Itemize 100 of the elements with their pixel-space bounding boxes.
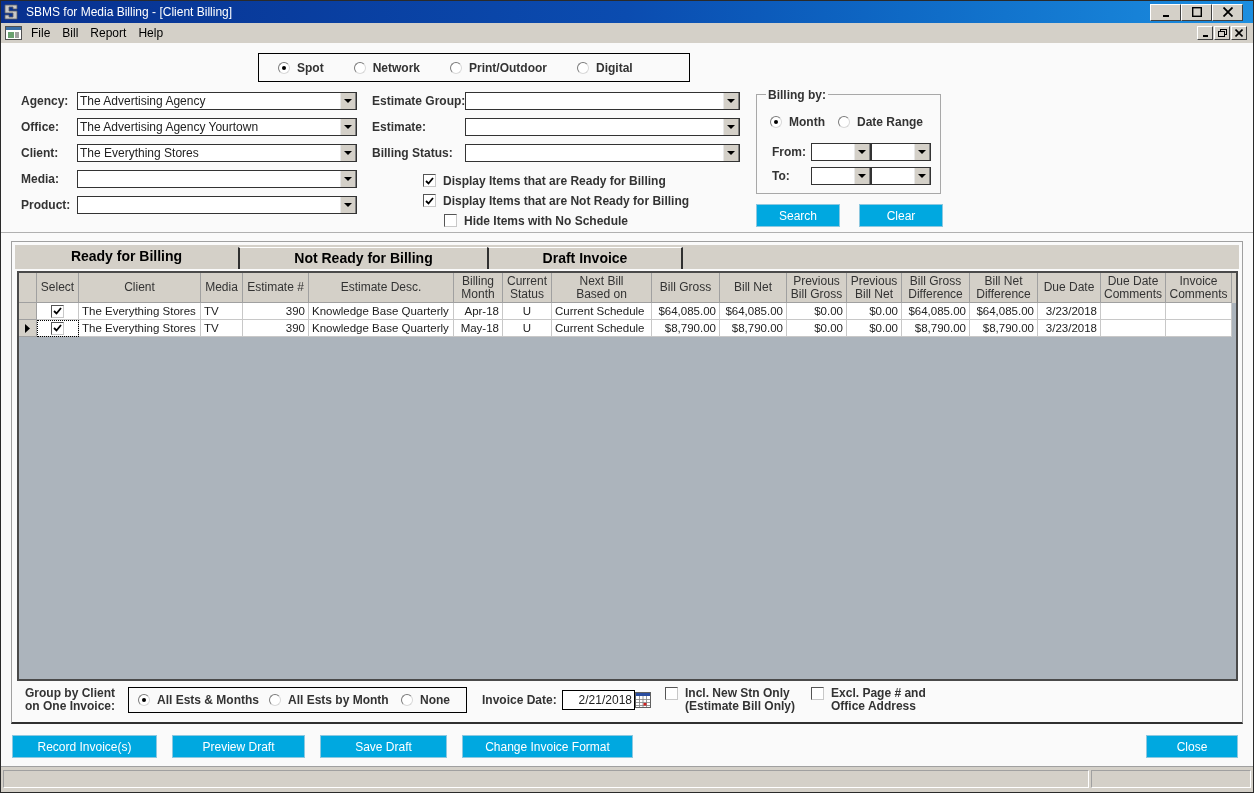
close-icon [1222,7,1233,17]
dropdown-field[interactable]: The Advertising Agency Yourtown [77,118,357,136]
field-label: Office: [21,119,60,136]
table-cell: U [503,303,552,320]
field-label: Billing Status: [372,145,454,162]
table-cell: Knowledge Base Quarterly [309,303,454,320]
checkbox[interactable] [811,687,825,700]
radio-button[interactable] [770,116,782,128]
radio-label: All Ests by Month [288,692,389,709]
radio-label: Digital [596,59,633,77]
row-header-cell[interactable] [19,303,37,320]
dropdown-field[interactable] [871,143,931,161]
checkbox[interactable] [51,304,64,318]
dropdown-field[interactable] [811,143,871,161]
dropdown-field[interactable] [77,196,357,214]
checkbox[interactable] [51,321,64,335]
table-cell: The Everything Stores [79,303,201,320]
close-button[interactable] [1212,3,1243,21]
dropdown-field[interactable]: The Everything Stores [77,144,357,162]
table-cell: $8,790.00 [652,320,720,337]
restore-button[interactable] [1214,26,1230,40]
field-label: Client: [21,145,60,162]
group-label: Group by Client on One Invoice: [25,687,116,713]
table-cell: $64,085.00 [720,303,787,320]
radio-button[interactable] [450,61,462,74]
table-cell: $0.00 [787,303,847,320]
caret-icon [914,168,930,184]
table-cell: TV [201,303,243,320]
table-cell: May-18 [454,320,503,337]
table-cell: $8,790.00 [720,320,787,337]
maximize-button[interactable] [1181,3,1212,21]
checkbox-label: Hide Items with No Schedule [464,212,629,230]
menu-item[interactable]: File [25,25,57,41]
date-field[interactable]: 2/21/2018 [562,690,635,710]
caret-icon [340,171,356,187]
dropdown-field[interactable] [465,118,740,136]
caret-icon [340,119,356,135]
tab[interactable]: Not Ready for Billing [238,247,487,269]
table-cell: $0.00 [787,320,847,337]
minimize-button[interactable] [1197,26,1213,40]
table-cell: $8,790.00 [970,320,1038,337]
tab[interactable]: Draft Invoice [487,247,683,269]
field-label: Estimate: [372,119,428,136]
radio-button[interactable] [278,61,290,74]
minimize-icon [1202,35,1208,37]
caret-icon [914,144,930,160]
field-label: To: [772,168,791,185]
caret-icon [854,144,870,160]
checkbox[interactable] [423,194,436,207]
dropdown-field[interactable] [465,92,740,110]
radio-button[interactable] [353,61,366,74]
caret-icon [854,168,870,184]
dropdown-field[interactable]: The Advertising Agency [77,92,357,110]
dropdown-field[interactable] [77,170,357,188]
minimize-icon [1162,14,1169,17]
table-cell: $64,085.00 [902,303,970,320]
form-window-icon [5,26,22,40]
radio-button[interactable] [838,116,850,128]
menu-item[interactable]: Bill [56,25,85,41]
minimize-button[interactable] [1150,3,1181,21]
table-cell: 3/23/2018 [1038,303,1101,320]
checkbox[interactable] [444,214,457,227]
table-cell: Current Schedule [552,320,652,337]
checkbox-label: Display Items that are Ready for Billing [443,172,666,190]
caret-icon [723,93,739,109]
menu-item[interactable]: Report [84,25,133,41]
row-header-cell[interactable] [19,320,37,337]
checkbox-label: Display Items that are Not Ready for Billing [443,192,690,210]
dropdown-field[interactable] [811,167,871,185]
checkmark-icon [425,196,434,205]
current-row-arrow-icon [25,323,30,333]
table-cell: $64,085.00 [970,303,1038,320]
table-cell [1101,320,1166,337]
field-label: Product: [21,197,72,214]
radio-button[interactable] [401,694,413,706]
checkbox-label: Excl. Page # and Office Address [831,687,926,713]
field-label: Estimate Group: [372,93,465,110]
maximize-icon [1191,7,1202,17]
caret-icon [340,93,356,109]
menu-item[interactable]: Help [132,25,170,41]
table-cell: 3/23/2018 [1038,320,1101,337]
table-cell: $0.00 [847,303,902,320]
calendar-icon[interactable] [635,692,651,708]
caret-icon [723,145,739,161]
table-cell: The Everything Stores [79,320,201,337]
close-button[interactable] [1231,26,1247,40]
restore-icon [1217,29,1227,37]
checkbox[interactable] [665,687,678,700]
table-cell: $8,790.00 [902,320,970,337]
checkbox-label: Incl. New Stn Only (Estimate Bill Only) [685,687,796,713]
table-cell: $0.00 [847,320,902,337]
field-label: Invoice Date: [482,692,558,709]
checkbox[interactable] [423,174,436,187]
field-label: From: [772,144,807,161]
radio-button[interactable] [138,694,150,706]
radio-button[interactable] [269,694,281,706]
table-cell: 390 [243,320,309,337]
radio-button[interactable] [577,61,589,74]
dropdown-field[interactable] [871,167,931,185]
dropdown-field[interactable] [465,144,740,162]
